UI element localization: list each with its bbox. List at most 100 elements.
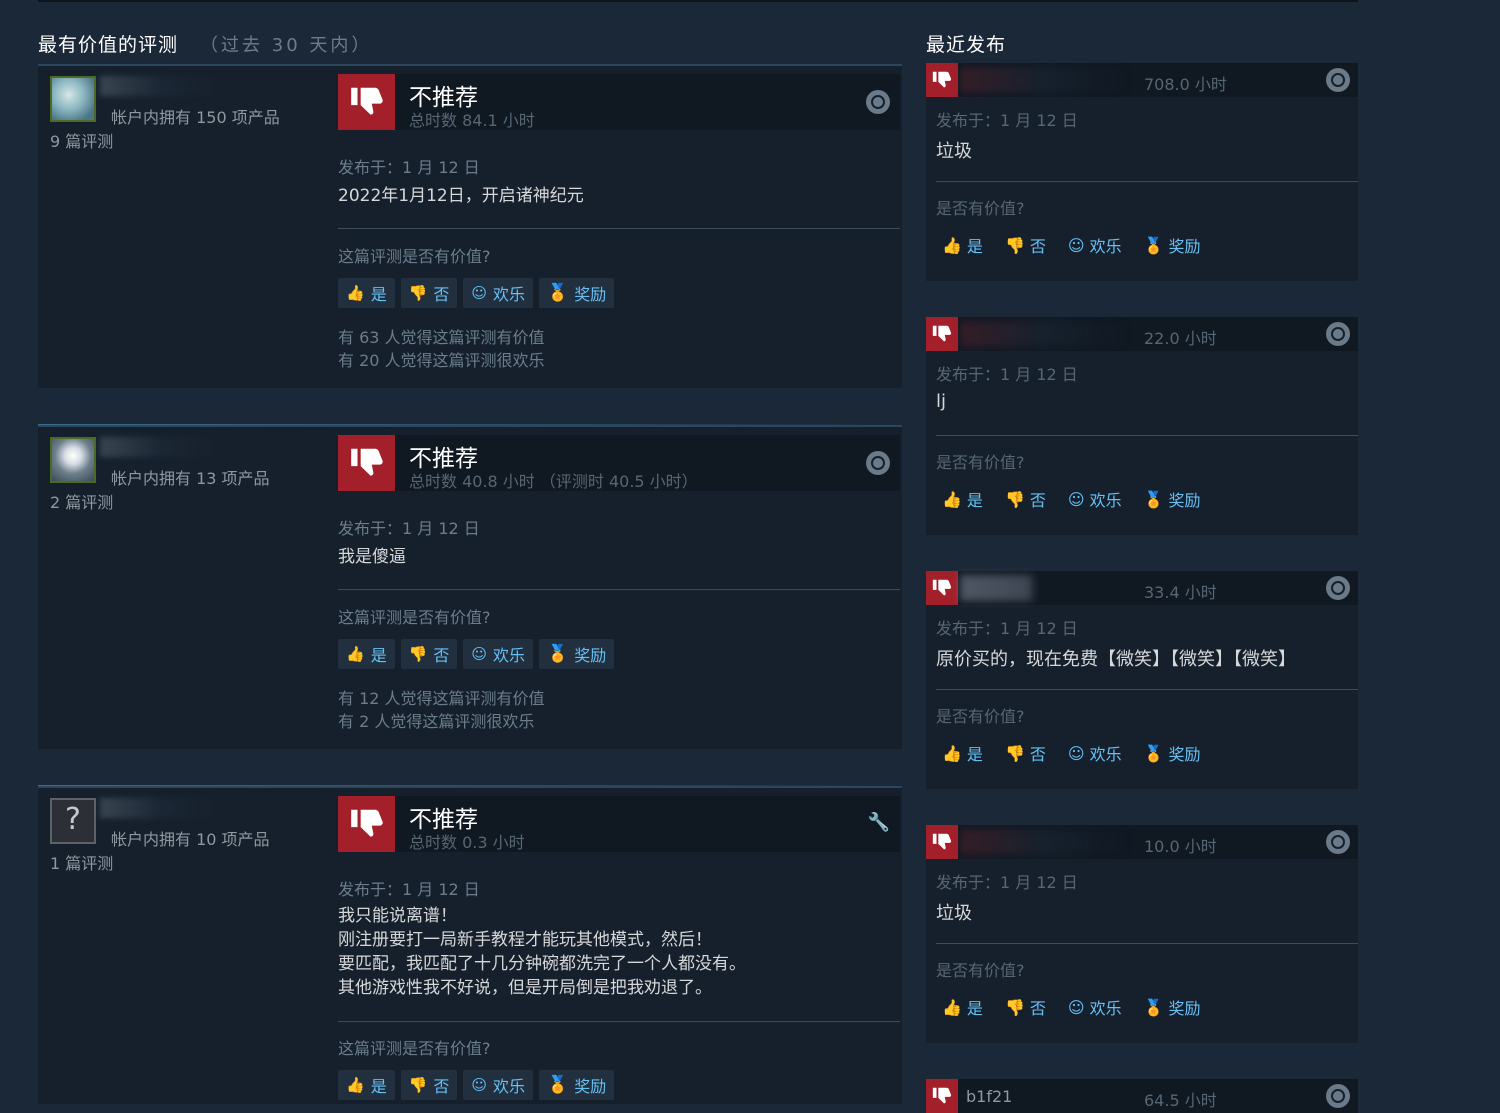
vote-no-button[interactable]: 👎 否: [999, 739, 1052, 767]
posted-date: 发布于：1 月 12 日: [936, 365, 1078, 384]
vote-yes-button[interactable]: 👍 是: [338, 1070, 395, 1100]
divider: [338, 1021, 900, 1022]
vote-yes-button[interactable]: 👍 是: [936, 231, 989, 259]
vote-header[interactable]: 不推荐 总时数 0.3 小时 🔧: [338, 796, 900, 852]
vote-funny-button[interactable]: ☺ 欢乐: [1062, 739, 1128, 767]
recent-review-header[interactable]: b1f21 64.5 小时: [926, 1079, 1358, 1113]
award-icon: 🏅: [547, 644, 569, 664]
review-author[interactable]: ? 帐户内拥有 10 项产品 1 篇评测: [50, 798, 330, 878]
thumbs-down-small-icon: 👎: [408, 645, 428, 663]
vote-header[interactable]: 不推荐 总时数 40.8 小时 （评测时 40.5 小时）: [338, 435, 900, 491]
review-count[interactable]: 1 篇评测: [50, 850, 113, 874]
thumbs-up-icon: 👍: [346, 1076, 365, 1094]
divider: [936, 943, 1358, 944]
award-button[interactable]: 🏅 奖励: [539, 639, 615, 669]
thumbs-up-icon: 👍: [942, 489, 962, 509]
divider: [936, 435, 1358, 436]
vote-no-button[interactable]: 👎 否: [999, 485, 1052, 513]
reviewer-name[interactable]: b1f21: [966, 1087, 1012, 1106]
vote-buttons: 👍 是 👎 否 ☺ 欢乐 🏅 奖励: [936, 739, 1207, 767]
thumbs-up-icon: 👍: [346, 645, 365, 663]
playtime: 总时数 84.1 小时: [409, 111, 535, 130]
vote-yes-button[interactable]: 👍 是: [936, 739, 989, 767]
thumbs-down-small-icon: 👎: [1004, 743, 1025, 763]
helpful-question: 是否有价值?: [936, 453, 1025, 472]
blurred-username: [100, 437, 220, 457]
posted-date: 发布于：1 月 12 日: [936, 111, 1078, 130]
avatar[interactable]: [50, 437, 96, 483]
helpful-question: 这篇评测是否有价值?: [338, 247, 491, 266]
posted-date: 发布于：1 月 12 日: [338, 880, 480, 899]
divider: [338, 589, 900, 590]
playtime: 总时数 40.8 小时 （评测时 40.5 小时）: [409, 472, 698, 491]
vote-buttons: 👍 是 👎 否 ☺ 欢乐 🏅 奖励: [936, 485, 1207, 513]
vote-funny-button[interactable]: ☺ 欢乐: [1062, 485, 1128, 513]
vote-yes-button[interactable]: 👍 是: [338, 639, 395, 669]
vote-no-button[interactable]: 👎 否: [400, 1070, 458, 1100]
recent-review-card: 22.0 小时 发布于：1 月 12 日 lj 是否有价值? 👍 是 👎 否 ☺ 欢乐…: [926, 317, 1358, 535]
avatar[interactable]: [50, 76, 96, 122]
review-content: 我是傻逼: [338, 547, 406, 567]
products-owned: 帐户内拥有 13 项产品: [111, 469, 270, 488]
steam-icon: [1326, 322, 1350, 346]
thumbs-down-small-icon: 👎: [408, 284, 428, 302]
vote-funny-button[interactable]: ☺ 欢乐: [1062, 231, 1128, 259]
smile-icon: ☺: [1067, 743, 1085, 763]
award-button[interactable]: 🏅 奖励: [1138, 485, 1207, 513]
vote-no-button[interactable]: 👎 否: [400, 278, 458, 308]
thumbs-down-icon: [926, 571, 958, 605]
award-button[interactable]: 🏅 奖励: [1138, 993, 1207, 1021]
vote-funny-button[interactable]: ☺ 欢乐: [463, 1070, 534, 1100]
steam-icon: [866, 451, 890, 475]
funny-count: 有 20 人觉得这篇评测很欢乐: [338, 351, 545, 370]
award-button[interactable]: 🏅 奖励: [1138, 231, 1207, 259]
review-author[interactable]: 帐户内拥有 13 项产品 2 篇评测: [50, 437, 330, 517]
vote-header[interactable]: 不推荐 总时数 84.1 小时: [338, 74, 900, 130]
vote-yes-button[interactable]: 👍 是: [936, 993, 989, 1021]
recent-review-header[interactable]: 22.0 小时: [926, 317, 1358, 351]
vote-funny-button[interactable]: ☺ 欢乐: [463, 278, 534, 308]
thumbs-down-icon: [338, 74, 395, 130]
playtime: 22.0 小时: [1144, 329, 1217, 348]
review-count[interactable]: 9 篇评测: [50, 128, 113, 152]
vote-funny-button[interactable]: ☺ 欢乐: [1062, 993, 1128, 1021]
smile-icon: ☺: [471, 645, 488, 663]
review-count[interactable]: 2 篇评测: [50, 489, 113, 513]
recent-review-card: 708.0 小时 发布于：1 月 12 日 垃圾 是否有价值? 👍 是 👎 否 ☺ 欢…: [926, 63, 1358, 281]
vote-no-button[interactable]: 👎 否: [999, 231, 1052, 259]
thumbs-down-small-icon: 👎: [1004, 235, 1025, 255]
thumbs-up-icon: 👍: [942, 743, 962, 763]
divider: [936, 689, 1358, 690]
vote-no-button[interactable]: 👎 否: [999, 993, 1052, 1021]
vote-no-button[interactable]: 👎 否: [400, 639, 458, 669]
award-button[interactable]: 🏅 奖励: [539, 278, 615, 308]
recent-title: 最近发布: [926, 34, 1007, 56]
vote-buttons: 👍 是 👎 否 ☺ 欢乐 🏅 奖励: [338, 278, 615, 308]
helpful-question: 是否有价值?: [936, 199, 1025, 218]
award-icon: 🏅: [547, 283, 569, 303]
review-card: ? 帐户内拥有 10 项产品 1 篇评测 不推荐 总时数 0.3 小时 🔧 发布…: [38, 786, 902, 1104]
recent-review-header[interactable]: 10.0 小时: [926, 825, 1358, 859]
review-content: 垃圾: [936, 141, 972, 162]
award-button[interactable]: 🏅 奖励: [1138, 739, 1207, 767]
review-card: 帐户内拥有 13 项产品 2 篇评测 不推荐 总时数 40.8 小时 （评测时 …: [38, 425, 902, 749]
avatar[interactable]: ?: [50, 798, 96, 844]
recent-review-header[interactable]: 33.4 小时: [926, 571, 1358, 605]
recent-review-card: b1f21 64.5 小时: [926, 1079, 1358, 1113]
review-content: 原价买的，现在免费【微笑】【微笑】【微笑】: [936, 649, 1296, 670]
award-icon: 🏅: [1143, 235, 1164, 255]
review-author[interactable]: 帐户内拥有 150 项产品 9 篇评测: [50, 76, 330, 156]
most-helpful-subtitle: （过去 30 天内）: [200, 35, 373, 56]
thumbs-down-icon: [338, 435, 395, 491]
recent-review-header[interactable]: 708.0 小时: [926, 63, 1358, 97]
vote-yes-button[interactable]: 👍 是: [936, 485, 989, 513]
posted-date: 发布于：1 月 12 日: [936, 873, 1078, 892]
vote-yes-button[interactable]: 👍 是: [338, 278, 395, 308]
award-button[interactable]: 🏅 奖励: [539, 1070, 615, 1100]
review-content: 垃圾: [936, 903, 972, 924]
vote-funny-button[interactable]: ☺ 欢乐: [463, 639, 534, 669]
vote-buttons: 👍 是 👎 否 ☺ 欢乐 🏅 奖励: [338, 639, 615, 669]
playtime: 10.0 小时: [1144, 837, 1217, 856]
smile-icon: ☺: [471, 1076, 488, 1094]
award-icon: 🏅: [1143, 743, 1164, 763]
